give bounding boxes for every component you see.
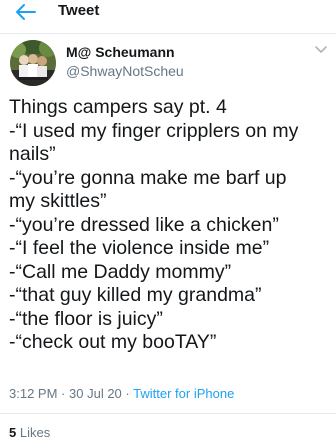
tweet-line: -“Call me Daddy mommy” xyxy=(9,260,232,283)
divider xyxy=(0,413,336,414)
tweet-line: -“that guy killed my grandma” xyxy=(9,284,262,306)
tweet-line: -“you’re gonna make me barf up xyxy=(9,166,287,189)
tweet-line: nails” xyxy=(9,143,56,165)
tweet-line: -“the floor is juicy” xyxy=(9,307,163,330)
tweet-meta: 3:12 PM · 30 Jul 20 · Twitter for iPhone xyxy=(9,385,234,403)
tweet-line: -“check out my booTAY” xyxy=(9,331,217,353)
page-title: Tweet xyxy=(58,2,100,19)
likes-count: 5 xyxy=(9,425,17,440)
arrow-left-icon[interactable] xyxy=(14,2,38,22)
tweet-line: -“you’re dressed like a chicken” xyxy=(9,213,279,236)
top-bar: Tweet xyxy=(0,0,336,34)
tweet-time[interactable]: 3:12 PM xyxy=(9,386,57,401)
chevron-down-icon[interactable] xyxy=(314,45,328,55)
likes-label: Likes xyxy=(19,425,51,440)
author-display-name[interactable]: M@ Scheumann xyxy=(66,43,175,61)
tweet-line: my skittles” xyxy=(9,190,107,212)
tweet-text: Things campers say pt. 4 -“I used my fin… xyxy=(9,96,331,355)
likes-stat[interactable]: 5 Likes xyxy=(9,424,50,442)
avatar[interactable] xyxy=(10,40,56,86)
author-handle[interactable]: @ShwayNotScheu xyxy=(66,62,184,80)
meta-separator: · xyxy=(61,386,66,401)
meta-separator: · xyxy=(125,386,130,401)
tweet-line: Things campers say pt. 4 xyxy=(9,96,227,118)
tweet-line: -“I used my finger cripplers on my xyxy=(9,119,299,142)
tweet-source-link[interactable]: Twitter for iPhone xyxy=(133,386,234,401)
tweet-line: -“I feel the violence inside me” xyxy=(9,237,270,259)
tweet-date[interactable]: 30 Jul 20 xyxy=(69,386,122,401)
